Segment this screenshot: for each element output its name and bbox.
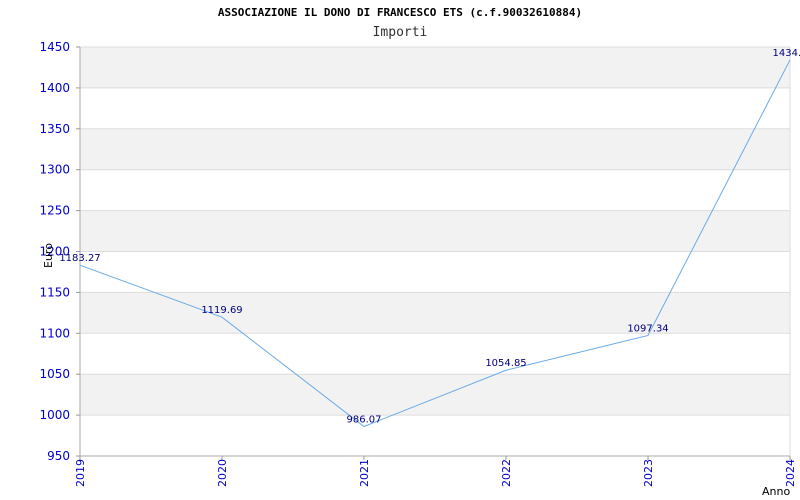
grid-band [80,292,790,334]
line-chart: 9501000105011001150120012501300135014001… [39,40,800,498]
data-label: 1119.69 [201,305,242,316]
x-tick-label: 2024 [784,459,797,487]
x-tick-label: 2023 [642,459,655,487]
y-tick-label: 1350 [39,122,70,136]
data-label: 986.07 [347,414,382,425]
grid-band [80,47,790,88]
x-tick-label: 2019 [74,459,87,487]
data-label: 1054.85 [485,358,526,369]
y-tick-label: 1150 [39,285,70,299]
y-tick-label: 1050 [39,367,70,381]
y-axis-label: Euro [42,243,55,268]
grid-band [80,128,790,170]
y-tick-label: 1100 [39,326,70,340]
data-label: 1097.34 [627,323,668,334]
x-axis-label: Anno [762,485,790,498]
x-axis-ticks: 2019 2020 2021 2022 2023 2024 [74,456,797,487]
y-tick-label: 1000 [39,408,70,422]
grid-band [80,374,790,416]
y-tick-label: 950 [47,449,70,463]
grid-bands [80,47,790,416]
y-tick-label: 1300 [39,163,70,177]
y-tick-label: 1450 [39,40,70,54]
grid-band [80,210,790,252]
data-label: 1434.2 [773,48,800,59]
x-tick-label: 2020 [216,459,229,487]
data-label: 1183.27 [59,253,100,264]
y-tick-label: 1400 [39,81,70,95]
y-tick-label: 1250 [39,204,70,218]
x-tick-label: 2022 [500,459,513,487]
x-tick-label: 2021 [358,459,371,487]
